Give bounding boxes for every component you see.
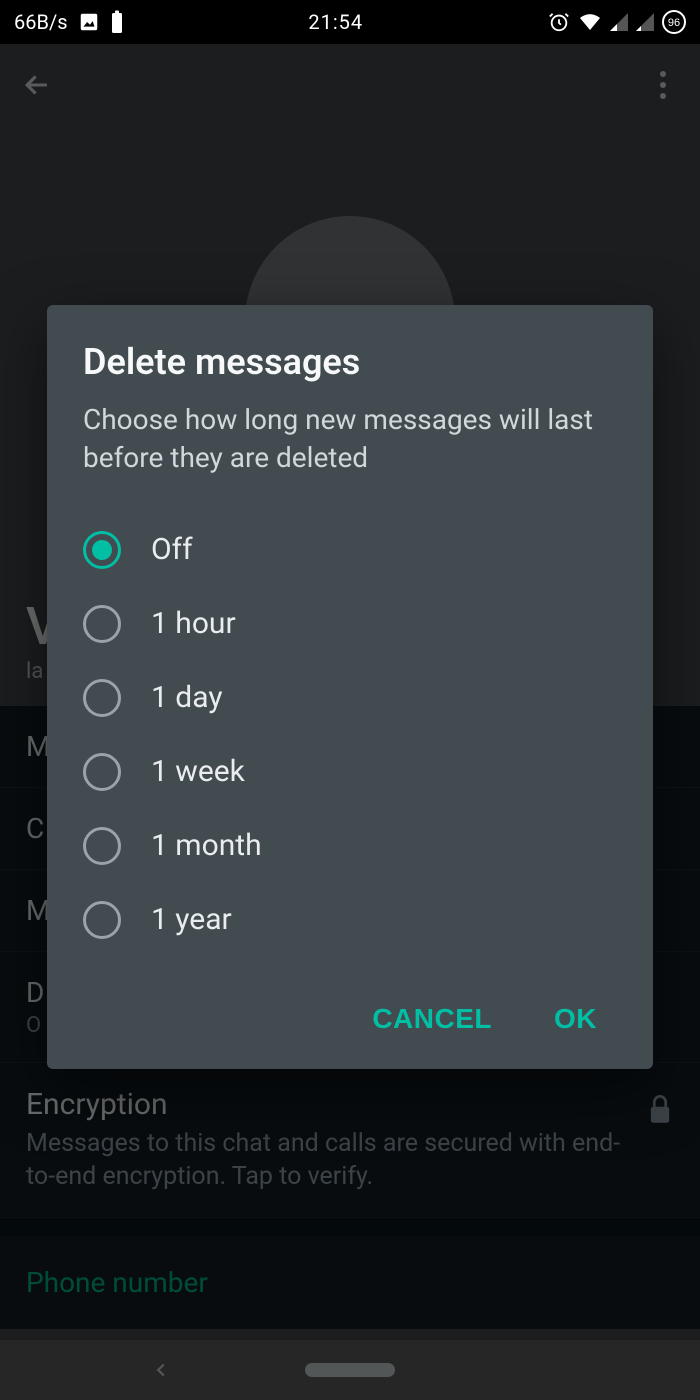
- battery-icon: [110, 10, 124, 34]
- dialog-title: Delete messages: [83, 341, 617, 383]
- radio-icon: [83, 901, 121, 939]
- wifi-icon: [578, 12, 602, 32]
- option-label: 1 day: [151, 680, 223, 715]
- radio-icon: [83, 605, 121, 643]
- option-off[interactable]: Off: [83, 513, 617, 587]
- image-icon: [78, 11, 100, 33]
- dialog-options: Off 1 hour 1 day 1 week 1 month 1 year: [83, 513, 617, 957]
- alarm-icon: [548, 11, 570, 33]
- option-label: Off: [151, 532, 193, 567]
- svg-text:96: 96: [668, 17, 680, 29]
- cancel-button[interactable]: CANCEL: [366, 993, 498, 1045]
- clock: 21:54: [124, 10, 548, 34]
- option-1-month[interactable]: 1 month: [83, 809, 617, 883]
- dialog-description: Choose how long new messages will last b…: [83, 401, 617, 477]
- option-1-year[interactable]: 1 year: [83, 883, 617, 957]
- status-bar: 66B/s 21:54 96: [0, 0, 700, 44]
- radio-icon: [83, 827, 121, 865]
- signal-2-icon: [636, 13, 654, 31]
- radio-icon: [83, 753, 121, 791]
- ok-button[interactable]: OK: [548, 993, 603, 1045]
- delete-messages-dialog: Delete messages Choose how long new mess…: [47, 305, 653, 1069]
- option-label: 1 month: [151, 828, 262, 863]
- network-speed: 66B/s: [14, 10, 68, 34]
- radio-selected-icon: [83, 531, 121, 569]
- option-label: 1 hour: [151, 606, 236, 641]
- option-1-hour[interactable]: 1 hour: [83, 587, 617, 661]
- radio-icon: [83, 679, 121, 717]
- option-1-day[interactable]: 1 day: [83, 661, 617, 735]
- option-1-week[interactable]: 1 week: [83, 735, 617, 809]
- option-label: 1 week: [151, 754, 245, 789]
- data-badge-icon: 96: [662, 10, 686, 34]
- option-label: 1 year: [151, 902, 232, 937]
- signal-1-icon: [610, 13, 628, 31]
